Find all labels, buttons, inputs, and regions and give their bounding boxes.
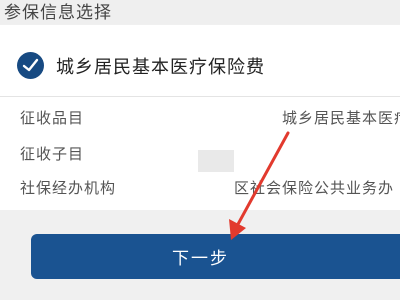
section-title: 参保信息选择 (4, 3, 112, 23)
info-label-item: 征收品目 (20, 109, 85, 127)
info-label-agency: 社保经办机构 (20, 179, 117, 197)
info-value-agency: 区社会保险公共业务办 (234, 179, 395, 197)
divider (0, 96, 400, 97)
insurance-option[interactable]: 城乡居民基本医疗保险费 (0, 25, 400, 94)
redacted-block (198, 150, 234, 172)
info-value-item: 城乡居民基本医疗 (282, 109, 400, 127)
check-icon[interactable] (17, 52, 44, 79)
section-header: 参保信息选择 (0, 0, 400, 24)
next-button[interactable]: 下一步 (31, 234, 400, 279)
info-label-subitem: 征收子目 (20, 145, 85, 163)
option-label: 城乡居民基本医疗保险费 (56, 57, 265, 78)
